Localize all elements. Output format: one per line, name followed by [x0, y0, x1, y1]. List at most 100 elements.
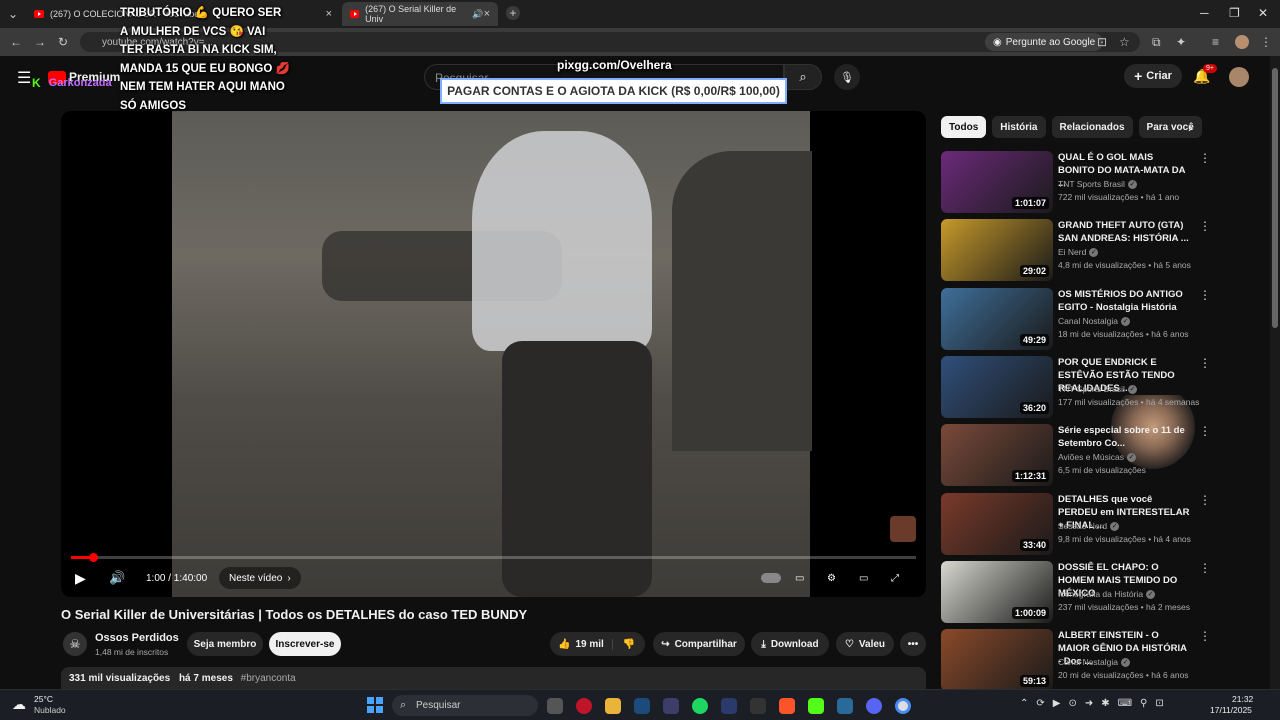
like-button[interactable]: 👍 19 mil 👎 [550, 632, 645, 656]
maximize-icon[interactable]: ❐ [1229, 6, 1240, 20]
recommendation-item[interactable]: 1:01:07 QUAL É O GOL MAIS BONITO DO MATA-… [941, 151, 1241, 215]
chip-todos[interactable]: Todos [941, 116, 987, 138]
play-button[interactable]: ▶ [75, 566, 86, 590]
menu-dots-icon[interactable]: ⋮ [1260, 35, 1272, 49]
close-window-icon[interactable]: ✕ [1258, 6, 1268, 20]
notifications-button[interactable]: 🔔 9+ [1193, 64, 1217, 86]
share-button[interactable]: ↪ Compartilhar [653, 632, 745, 656]
theater-button[interactable]: ▭ [859, 566, 868, 590]
recommendation-channel[interactable]: Ei Nerd ✓ [1058, 247, 1099, 258]
more-options-icon[interactable]: ⋮ [1199, 424, 1211, 438]
tab-search-icon[interactable]: ⌄ [8, 7, 18, 21]
recommendation-thumbnail[interactable]: 49:29 [941, 288, 1053, 350]
progress-bar[interactable] [71, 553, 916, 562]
discord-icon[interactable] [866, 698, 882, 714]
recommendation-thumbnail[interactable]: 1:00:09 [941, 561, 1053, 623]
windows-start-icon[interactable] [367, 697, 383, 713]
fullscreen-button[interactable]: ⤢ [891, 566, 899, 590]
system-tray-icons[interactable]: ⌃⟳▶⊙➜✱⌨⚲⊡ [1020, 698, 1172, 709]
create-button[interactable]: + Criar [1124, 64, 1182, 88]
thanks-button[interactable]: ♡ Valeu [836, 632, 894, 656]
file-explorer-icon[interactable] [605, 698, 621, 714]
download-button[interactable]: ⤓ Download [751, 632, 829, 656]
recommendation-channel[interactable]: Iconografia da História ✓ [1058, 589, 1156, 600]
hamburger-icon[interactable]: ☰ [17, 68, 31, 88]
more-options-icon[interactable]: ⋮ [1199, 219, 1211, 233]
recommendation-channel[interactable]: Aviões e Músicas ✓ [1058, 452, 1136, 463]
new-tab-icon[interactable]: + [506, 6, 520, 20]
app-icon[interactable] [837, 698, 853, 714]
playlist-icon[interactable]: ≡ [1212, 35, 1219, 49]
recommendation-item[interactable]: 33:40 DETALHES que você PERDEU em INTERES… [941, 493, 1241, 557]
app-icon[interactable] [663, 698, 679, 714]
audio-icon[interactable]: 🔊 [472, 9, 483, 20]
recommendation-thumbnail[interactable]: 29:02 [941, 219, 1053, 281]
reload-icon[interactable]: ↻ [58, 35, 68, 49]
app-icon[interactable] [721, 698, 737, 714]
more-options-icon[interactable]: ⋮ [1199, 561, 1211, 575]
more-options-icon[interactable]: ⋮ [1199, 493, 1211, 507]
recommendation-thumbnail[interactable]: 1:01:07 [941, 151, 1053, 213]
search-button[interactable]: ⌕ [784, 64, 822, 90]
recommendation-thumbnail[interactable]: 33:40 [941, 493, 1053, 555]
recommendation-channel[interactable]: TNT Sports Brasil ✓ [1058, 384, 1137, 395]
recommendation-item[interactable]: 29:02 GRAND THEFT AUTO (GTA) SAN ANDREAS:… [941, 219, 1241, 283]
thumbs-down-icon[interactable]: 👎 [611, 638, 645, 650]
recommendation-item[interactable]: 1:12:31 Série especial sobre o 11 de Sete… [941, 424, 1241, 488]
subscribe-button[interactable]: Inscrever-se [269, 632, 341, 656]
recommendation-item[interactable]: 36:20 POR QUE ENDRICK E ESTÊVÃO ESTÃO TEN… [941, 356, 1241, 420]
recommendation-channel[interactable]: Sessão Nerd ✓ [1058, 521, 1120, 532]
clock-time[interactable]: 21:32 [1232, 694, 1253, 704]
recommendation-item[interactable]: 1:00:09 DOSSIÊ EL CHAPO: O HOMEM MAIS TEM… [941, 561, 1241, 625]
chip-historia[interactable]: História [992, 116, 1046, 138]
channel-avatar[interactable]: ☠ [63, 632, 87, 656]
forward-icon[interactable]: → [34, 35, 46, 49]
recommendation-title[interactable]: Série especial sobre o 11 de Setembro Co… [1058, 424, 1190, 450]
recommendation-channel[interactable]: Canal Nostalgia ✓ [1058, 316, 1131, 327]
progress-knob[interactable] [89, 553, 99, 562]
extensions-icon[interactable]: ⧉ [1152, 35, 1161, 50]
tab-close-icon[interactable]: × [484, 8, 490, 20]
back-icon[interactable]: ← [10, 35, 22, 49]
kick-icon[interactable] [808, 698, 824, 714]
steam-icon[interactable] [634, 698, 650, 714]
minimize-icon[interactable]: ─ [1200, 6, 1209, 20]
recommendation-thumbnail[interactable]: 1:12:31 [941, 424, 1053, 486]
subtitles-button[interactable]: ▭ [795, 566, 804, 590]
tab-close-icon[interactable]: × [326, 8, 332, 20]
more-options-icon[interactable]: ⋮ [1199, 356, 1211, 370]
more-options-icon[interactable]: ⋮ [1199, 151, 1211, 165]
task-view-icon[interactable] [547, 698, 563, 714]
profile-avatar[interactable] [1235, 35, 1249, 49]
weather-icon[interactable]: ☁ [12, 696, 26, 713]
recommendation-channel[interactable]: TNT Sports Brasil ✓ [1058, 179, 1137, 190]
join-button[interactable]: Seja membro [187, 632, 263, 656]
recommendation-title[interactable]: OS MISTÉRIOS DO ANTIGO EGITO - Nostalgia… [1058, 288, 1190, 314]
install-icon[interactable]: ⊡ [1097, 35, 1107, 49]
brave-icon[interactable] [779, 698, 795, 714]
end-screen-thumb[interactable] [890, 516, 916, 542]
scrollbar-thumb[interactable] [1272, 68, 1278, 328]
volume-button[interactable]: 🔊 [109, 566, 125, 590]
recommendation-thumbnail[interactable]: 36:20 [941, 356, 1053, 418]
more-actions-button[interactable]: ••• [900, 632, 926, 656]
settings-button[interactable]: ⚙ [827, 566, 836, 590]
more-options-icon[interactable]: ⋮ [1199, 288, 1211, 302]
recommendation-title[interactable]: GRAND THEFT AUTO (GTA) SAN ANDREAS: HIST… [1058, 219, 1190, 245]
voice-search-button[interactable]: 🎙 [834, 64, 860, 90]
tab-serial-killer[interactable]: (267) O Serial Killer de Univ 🔊 × [342, 2, 498, 26]
recommendation-thumbnail[interactable]: 59:13 [941, 629, 1053, 691]
bookmark-star-icon[interactable]: ☆ [1119, 35, 1130, 49]
app-icon[interactable] [750, 698, 766, 714]
account-avatar[interactable] [1229, 67, 1249, 87]
chip-relacionados[interactable]: Relacionados [1051, 116, 1133, 138]
opera-icon[interactable] [576, 698, 592, 714]
ask-google-button[interactable]: ◉ Pergunte ao Google [985, 33, 1104, 51]
hashtag-link[interactable]: #bryanconta [241, 673, 296, 684]
recommendation-item[interactable]: 49:29 OS MISTÉRIOS DO ANTIGO EGITO - Nost… [941, 288, 1241, 352]
chevron-right-icon[interactable]: › [1188, 119, 1193, 135]
chapter-button[interactable]: Neste vídeo › [219, 566, 301, 590]
video-player[interactable]: ▶ 🔊 1:00 / 1:40:00 Neste vídeo › ▭ ⚙ ▭ ⤢ [61, 111, 926, 597]
recommendation-channel[interactable]: Canal Nostalgia ✓ [1058, 657, 1131, 668]
scrollbar[interactable] [1270, 56, 1280, 689]
